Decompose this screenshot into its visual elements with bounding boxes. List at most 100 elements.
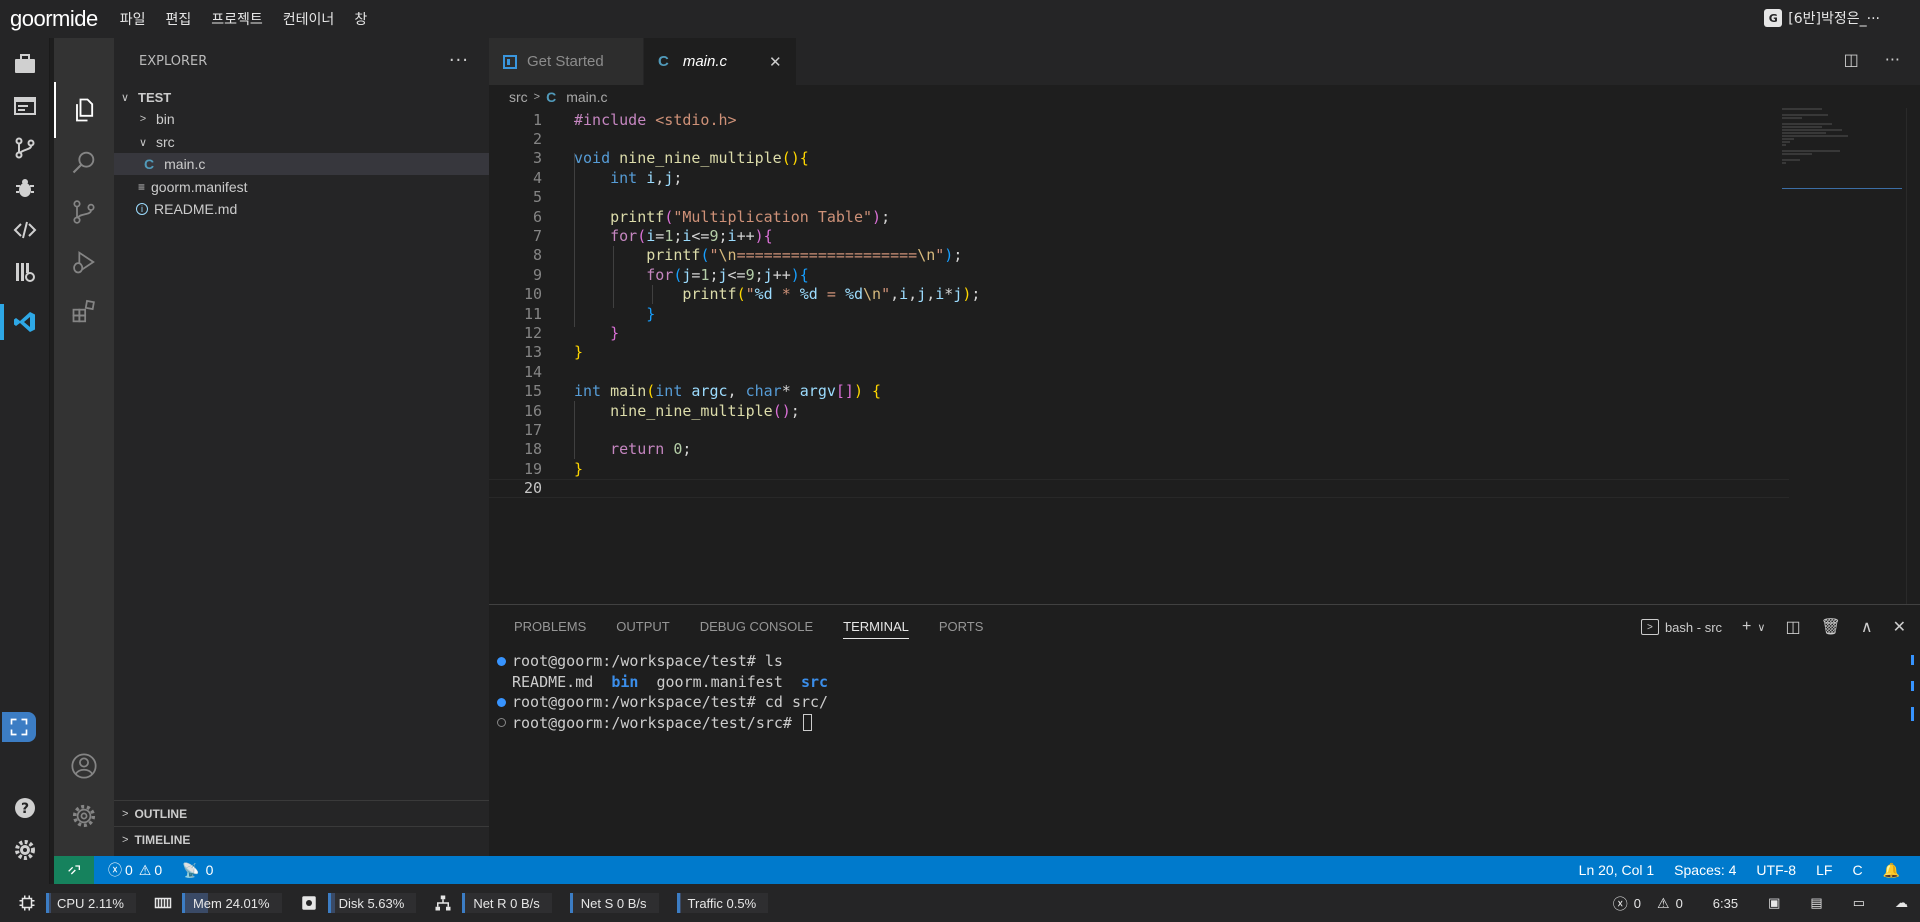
net-s-metric[interactable]: Net S 0 B/s — [569, 891, 659, 915]
minimap[interactable] — [1782, 108, 1902, 188]
goorm-side-rail: ? — [0, 38, 50, 884]
tab-terminal[interactable]: TERMINAL — [843, 605, 909, 647]
terminal-window-icon[interactable]: ▭ — [1853, 895, 1865, 911]
warning-icon: ⚠ — [1657, 894, 1670, 911]
git-branch-icon[interactable] — [13, 136, 37, 160]
search-icon[interactable] — [68, 146, 100, 178]
problems-indicator[interactable]: ⓧ 0 ⚠ 0 — [108, 860, 162, 880]
close-icon[interactable]: ✕ — [769, 53, 782, 71]
broadcast-icon: 📡 — [182, 861, 200, 878]
cpu-bar: CPU 2.11% — [46, 893, 136, 913]
terminal-line: root@goorm:/workspace/test# ls — [489, 651, 1889, 672]
editor-tabs: Get Started C main.c ✕ ◫ ··· — [489, 38, 1920, 85]
remote-indicator-icon[interactable] — [54, 856, 94, 884]
goorm-errors[interactable]: ⓧ 0 — [1613, 893, 1641, 914]
indentation[interactable]: Spaces: 4 — [1674, 862, 1736, 878]
editor-scrollbar[interactable] — [1906, 108, 1920, 604]
traffic-metric[interactable]: Traffic 0.5% — [676, 891, 769, 915]
status-right: Ln 20, Col 1 Spaces: 4 UTF-8 LF C 🔔 — [1579, 856, 1920, 884]
chevron-right-icon: > — [122, 807, 129, 820]
settings-gear-icon[interactable] — [13, 838, 37, 862]
account-icon[interactable] — [68, 750, 100, 782]
cpu-chip-icon — [18, 894, 36, 912]
cursor-position[interactable]: Ln 20, Col 1 — [1579, 862, 1655, 878]
timeline-section[interactable]: > TIMELINE — [114, 826, 489, 852]
explorer-files-icon[interactable] — [68, 94, 100, 126]
menu-container[interactable]: 컨테이너 — [283, 9, 335, 29]
run-debug-icon[interactable] — [68, 246, 100, 278]
menu-edit[interactable]: 편집 — [165, 9, 191, 29]
tree-root-test[interactable]: ∨ TEST — [114, 86, 489, 108]
tab-ports[interactable]: PORTS — [939, 605, 984, 647]
c-file-icon: C — [546, 89, 557, 105]
goorm-warnings[interactable]: ⚠ 0 — [1657, 895, 1683, 912]
net-r-metric[interactable]: Net R 0 B/s — [434, 891, 552, 915]
encoding[interactable]: UTF-8 — [1756, 862, 1796, 878]
breadcrumb: src > C main.c — [489, 85, 1920, 109]
cpu-metric[interactable]: CPU 2.11% — [18, 891, 136, 915]
disk-metric[interactable]: Disk 5.63% — [300, 891, 417, 915]
tree-item-goorm-manifest[interactable]: ≡ goorm.manifest — [114, 176, 489, 198]
tree-item-bin[interactable]: > bin — [114, 108, 489, 130]
source-control-icon[interactable] — [68, 196, 100, 228]
maximize-panel-icon[interactable]: ∧ — [1861, 617, 1873, 637]
tree-item-readme[interactable]: i README.md — [114, 198, 489, 220]
trash-icon[interactable]: 🗑 — [1821, 617, 1841, 637]
chat-icon[interactable]: ▤ — [1810, 895, 1822, 911]
vscode-icon[interactable] — [13, 310, 37, 334]
menu-project[interactable]: 프로젝트 — [211, 9, 263, 29]
tab-problems[interactable]: PROBLEMS — [514, 605, 586, 647]
split-terminal-icon[interactable]: ◫ — [1785, 617, 1800, 637]
tab-debug-console[interactable]: DEBUG CONSOLE — [700, 605, 813, 647]
explorer-title: EXPLORER — [139, 53, 208, 69]
chevron-down-icon[interactable]: ∨ — [1757, 621, 1765, 634]
language-mode[interactable]: C — [1852, 862, 1862, 878]
code-line: 10 printf("%d * %d = %d\n",i,j,i*j); — [523, 285, 981, 304]
split-editor-icon[interactable]: ◫ — [1844, 50, 1859, 69]
extensions-icon[interactable] — [68, 296, 100, 328]
user-name: [6반]박정은_··· — [1788, 11, 1880, 27]
breadcrumb-file[interactable]: main.c — [566, 89, 607, 105]
more-actions-icon[interactable]: ··· — [449, 50, 469, 71]
tree-item-src[interactable]: ∨ src — [114, 131, 489, 153]
fullscreen-button[interactable] — [2, 712, 36, 742]
end-of-line[interactable]: LF — [1816, 862, 1832, 878]
close-panel-icon[interactable]: ✕ — [1893, 617, 1906, 637]
code-line: 4 int i,j; — [532, 168, 683, 187]
memory-icon — [154, 894, 172, 912]
tab-main-c[interactable]: C main.c ✕ — [644, 38, 797, 85]
net-r-bar: Net R 0 B/s — [462, 893, 552, 913]
chevron-right-icon: > — [122, 833, 129, 846]
terminal-line: root@goorm:/workspace/test# cd src/ — [489, 692, 1889, 713]
cloud-icon[interactable]: ☁ — [1895, 895, 1908, 911]
code-line: 1 #include <stdio.h> — [532, 110, 737, 129]
help-icon[interactable]: ? — [13, 796, 37, 820]
bottom-panel: PROBLEMS OUTPUT DEBUG CONSOLE TERMINAL P… — [489, 604, 1920, 856]
tab-output[interactable]: OUTPUT — [616, 605, 669, 647]
layout-icon[interactable]: ▣ — [1768, 895, 1780, 911]
terminal-name[interactable]: bash - src — [1665, 620, 1722, 635]
more-actions-icon[interactable]: ··· — [1885, 50, 1900, 69]
tree-item-main-c[interactable]: C main.c — [114, 153, 489, 175]
manage-gear-icon[interactable] — [68, 800, 100, 832]
goorm-bar-right: ⓧ 0 ⚠ 0 6:35 ▣ ▤ ▭ ☁ — [1613, 884, 1920, 922]
ports-indicator[interactable]: 📡 0 — [182, 862, 213, 879]
mem-metric[interactable]: Mem 24.01% — [154, 891, 282, 915]
outline-section[interactable]: > OUTLINE — [114, 800, 489, 826]
add-terminal-icon[interactable]: + — [1742, 618, 1751, 636]
code-line: 2 — [532, 130, 542, 149]
terminal-output[interactable]: root@goorm:/workspace/test# ls README.md… — [489, 651, 1889, 733]
briefcase-icon[interactable] — [13, 52, 37, 76]
user-menu[interactable]: G [6반]박정은_··· — [1764, 8, 1880, 28]
bug-icon[interactable] — [13, 176, 37, 200]
error-icon: ⓧ — [108, 862, 122, 878]
menu-window[interactable]: 창 — [354, 9, 367, 29]
window-icon[interactable] — [13, 94, 37, 118]
breadcrumb-folder[interactable]: src — [509, 89, 528, 105]
code-icon[interactable] — [13, 218, 37, 242]
bell-icon[interactable]: 🔔 — [1883, 862, 1900, 879]
menu-file[interactable]: 파일 — [120, 9, 146, 29]
test-icon[interactable] — [13, 260, 37, 284]
network-icon — [434, 894, 452, 912]
tab-get-started[interactable]: Get Started — [489, 38, 644, 85]
